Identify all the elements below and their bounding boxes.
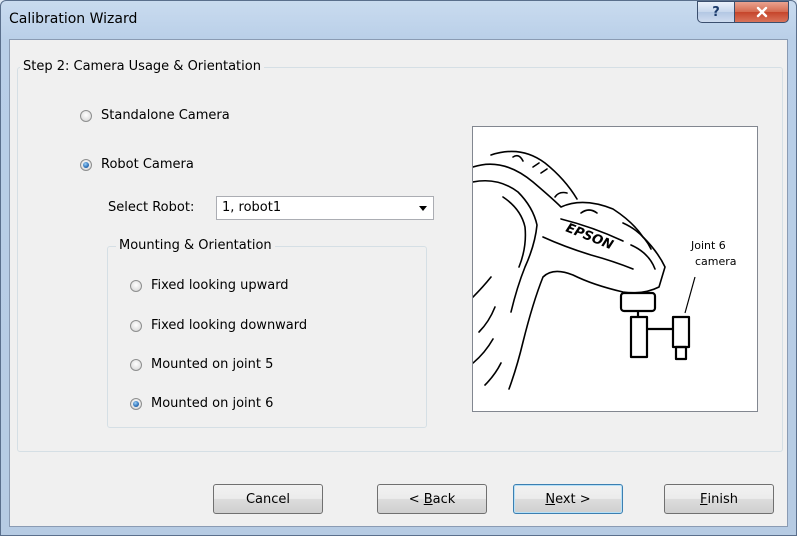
dropdown-arrow-icon[interactable] (419, 206, 427, 211)
finish-button-label: inish (707, 491, 738, 507)
mount-option-label[interactable]: Fixed looking upward (151, 278, 289, 293)
help-button[interactable]: ? (697, 1, 735, 23)
dialog-client-area: Step 2: Camera Usage & Orientation Stand… (9, 39, 788, 527)
mount-option-joint-6[interactable]: Mounted on joint 6 (130, 396, 273, 411)
next-button[interactable]: Next > (513, 484, 623, 514)
next-button-mnemonic: N (545, 491, 556, 507)
mount-option-radio-circle[interactable] (130, 319, 142, 332)
preview-callout-line1: Joint 6 (690, 239, 726, 252)
standalone-camera-radio[interactable]: Standalone Camera (80, 108, 230, 123)
finish-button[interactable]: Finish (664, 484, 774, 514)
robot-camera-radio-circle[interactable] (80, 158, 92, 171)
mount-option-label[interactable]: Fixed looking downward (151, 318, 307, 333)
close-icon (756, 6, 767, 18)
back-button-label: ack (432, 491, 456, 507)
cancel-button[interactable]: Cancel (213, 484, 323, 514)
next-button-label: ext > (555, 491, 591, 507)
cancel-button-label: Cancel (245, 491, 291, 507)
calibration-wizard-window: Calibration Wizard ? Step 2: Camera Usag… (0, 0, 797, 536)
help-icon: ? (712, 4, 720, 20)
mount-option-radio-circle[interactable] (130, 279, 142, 292)
mount-option-label[interactable]: Mounted on joint 6 (151, 396, 273, 411)
close-button[interactable] (734, 1, 789, 23)
select-robot-dropdown[interactable]: 1, robot1 (216, 196, 434, 220)
mount-option-label[interactable]: Mounted on joint 5 (151, 357, 273, 372)
mounting-group-title: Mounting & Orientation (116, 238, 275, 253)
robot-camera-label[interactable]: Robot Camera (101, 157, 194, 172)
window-title: Calibration Wizard (9, 11, 138, 27)
mount-option-joint-5[interactable]: Mounted on joint 5 (130, 357, 273, 372)
preview-callout-line2: camera (695, 255, 737, 268)
mount-option-fixed-upward[interactable]: Fixed looking upward (130, 278, 289, 293)
standalone-camera-label[interactable]: Standalone Camera (101, 108, 230, 123)
back-button-arrow: < (408, 491, 424, 507)
back-button[interactable]: < Back (377, 484, 487, 514)
robot-arm-illustration: EPSON Joint 6 camera (473, 150, 737, 390)
finish-button-mnemonic: F (700, 491, 708, 507)
select-robot-label: Select Robot: (108, 200, 195, 215)
mount-option-radio-circle[interactable] (130, 397, 142, 410)
step-title: Step 2: Camera Usage & Orientation (20, 59, 264, 74)
select-robot-value: 1, robot1 (222, 200, 282, 215)
mount-option-radio-circle[interactable] (130, 358, 142, 371)
title-bar[interactable]: Calibration Wizard ? (1, 1, 796, 39)
standalone-camera-radio-circle[interactable] (80, 109, 92, 122)
orientation-preview-image: EPSON Joint 6 camera (472, 126, 758, 412)
robot-camera-radio[interactable]: Robot Camera (80, 157, 194, 172)
back-button-mnemonic: B (423, 491, 433, 507)
mount-option-fixed-downward[interactable]: Fixed looking downward (130, 318, 307, 333)
